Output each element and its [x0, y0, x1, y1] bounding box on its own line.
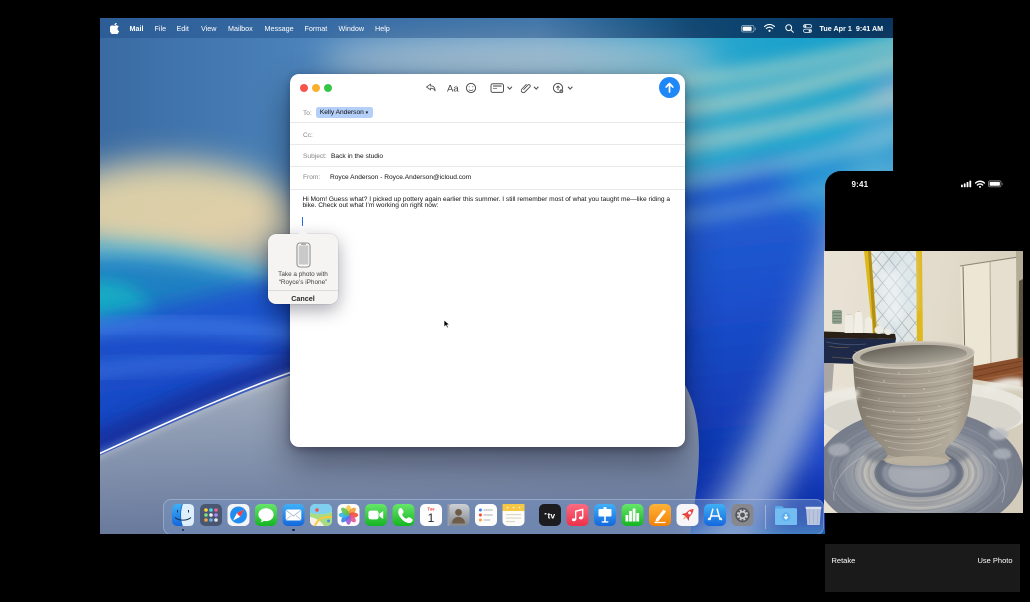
svg-text:tv: tv: [547, 510, 555, 520]
svg-text:1: 1: [427, 511, 434, 525]
svg-text:+: +: [560, 90, 562, 94]
svg-text:Aa: Aa: [447, 83, 459, 94]
